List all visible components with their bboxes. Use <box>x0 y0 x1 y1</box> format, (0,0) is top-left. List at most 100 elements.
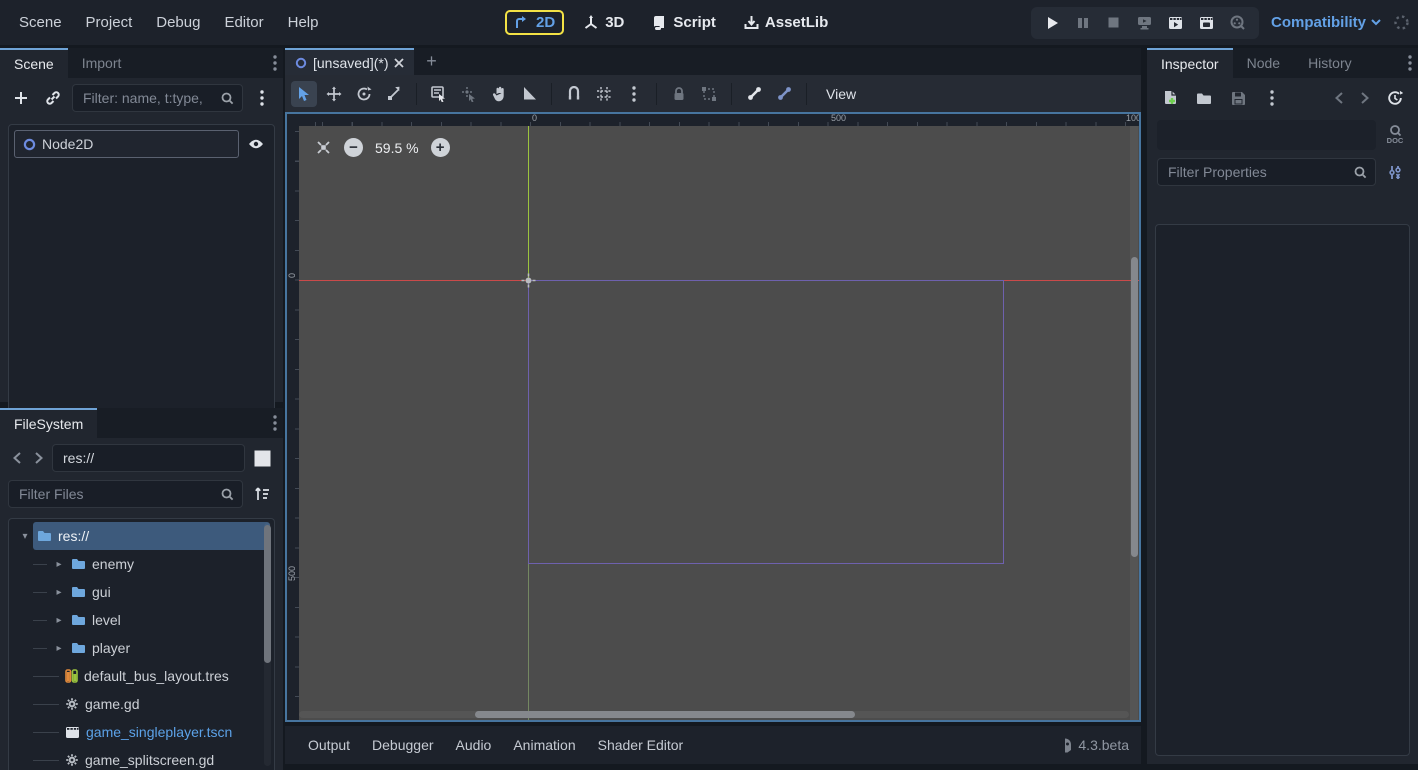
path-field[interactable]: res:// <box>52 444 245 472</box>
play-remote-button[interactable] <box>1134 12 1156 34</box>
snap-options-icon[interactable] <box>621 81 647 107</box>
tree-row-level[interactable]: ▸ level <box>9 606 274 634</box>
resource-options-icon[interactable] <box>1259 85 1285 111</box>
tree-row-res[interactable]: ▾ res:// <box>33 522 270 550</box>
menu-help[interactable]: Help <box>279 10 328 35</box>
filesystem-scrollbar[interactable] <box>264 523 271 766</box>
canvas-vscrollbar[interactable] <box>1130 126 1138 720</box>
add-node-button[interactable] <box>8 85 34 111</box>
dock-options-icon[interactable] <box>273 48 277 78</box>
nav-forward-icon[interactable] <box>30 445 48 471</box>
zoom-percent[interactable]: 59.5 % <box>375 140 419 156</box>
ruler-tool-button[interactable] <box>516 81 542 107</box>
tab-node[interactable]: Node <box>1233 48 1294 78</box>
shader-editor-button[interactable]: Shader Editor <box>589 732 693 758</box>
search-docs-icon[interactable]: DOC <box>1382 122 1408 148</box>
expander-down-icon[interactable]: ▾ <box>19 531 31 542</box>
scene-tab-unsaved[interactable]: [unsaved](*) <box>285 48 414 75</box>
play-custom-scene-button[interactable] <box>1196 12 1218 34</box>
expander-right-icon[interactable]: ▸ <box>53 615 65 626</box>
object-history-icon[interactable] <box>1382 85 1408 111</box>
play-scene-button[interactable] <box>1165 12 1187 34</box>
tree-row-bus-layout[interactable]: default_bus_layout.tres <box>9 662 274 690</box>
view-menu-button[interactable]: View <box>816 82 866 106</box>
tree-row-enemy[interactable]: ▸ enemy <box>9 550 274 578</box>
tree-row-player[interactable]: ▸ player <box>9 634 274 662</box>
new-scene-tab-button[interactable]: + <box>414 48 448 75</box>
pan-tool-button[interactable] <box>486 81 512 107</box>
canvas-2d[interactable]: − 59.5 % + <box>299 126 1139 720</box>
expander-right-icon[interactable]: ▸ <box>53 559 65 570</box>
scene-tree-node[interactable]: Node2D <box>14 130 269 158</box>
lock-button[interactable] <box>666 81 692 107</box>
center-view-icon[interactable] <box>315 139 332 156</box>
expander-right-icon[interactable]: ▸ <box>53 587 65 598</box>
property-tools-icon[interactable] <box>1382 159 1408 185</box>
tab-inspector[interactable]: Inspector <box>1147 48 1233 78</box>
debugger-button[interactable]: Debugger <box>363 732 443 758</box>
move-tool-button[interactable] <box>321 81 347 107</box>
ruler-horizontal[interactable]: 0 500 1000 <box>299 114 1139 126</box>
tab-import[interactable]: Import <box>68 48 136 78</box>
tab-2d[interactable]: 2D <box>505 10 564 35</box>
menu-scene[interactable]: Scene <box>10 10 71 35</box>
tree-row-gui[interactable]: ▸ gui <box>9 578 274 606</box>
menu-project[interactable]: Project <box>77 10 142 35</box>
tab-scene[interactable]: Scene <box>0 48 68 78</box>
load-resource-button[interactable] <box>1191 85 1217 111</box>
filter-files-input[interactable] <box>17 485 221 503</box>
history-back-icon[interactable] <box>1330 85 1348 111</box>
tab-3d[interactable]: 3D <box>574 10 633 35</box>
sort-files-icon[interactable] <box>249 481 275 507</box>
renderer-selector[interactable]: Compatibility <box>1271 14 1381 31</box>
expander-right-icon[interactable]: ▸ <box>53 643 65 654</box>
skeleton-options-button[interactable] <box>771 81 797 107</box>
close-icon[interactable] <box>394 58 404 68</box>
tree-row-game-singleplayer[interactable]: game_singleplayer.tscn <box>9 718 274 746</box>
tab-script[interactable]: Script <box>643 10 725 35</box>
instance-scene-button[interactable] <box>40 85 66 111</box>
toggle-split-mode-button[interactable] <box>249 445 275 471</box>
scrollbar-thumb[interactable] <box>1131 257 1138 557</box>
tree-row-game-splitscreen[interactable]: game_splitscreen.gd <box>9 746 274 770</box>
menu-editor[interactable]: Editor <box>215 10 272 35</box>
movie-maker-button[interactable] <box>1227 12 1249 34</box>
skeleton-button[interactable] <box>741 81 767 107</box>
node-rename-field[interactable]: Node2D <box>14 130 239 158</box>
list-select-button[interactable] <box>426 81 452 107</box>
new-resource-button[interactable] <box>1157 85 1183 111</box>
scrollbar-thumb[interactable] <box>264 525 271 663</box>
output-button[interactable]: Output <box>299 732 359 758</box>
origin-gizmo[interactable] <box>521 273 536 288</box>
grid-snap-button[interactable] <box>591 81 617 107</box>
zoom-out-button[interactable]: − <box>344 138 363 157</box>
nav-back-icon[interactable] <box>8 445 26 471</box>
filesystem-options-icon[interactable] <box>273 408 277 438</box>
audio-button[interactable]: Audio <box>447 732 501 758</box>
play-button[interactable] <box>1041 12 1063 34</box>
rotate-tool-button[interactable] <box>351 81 377 107</box>
scene-filter-input[interactable] <box>81 89 221 107</box>
inspector-options-icon[interactable] <box>1408 48 1412 78</box>
scene-tree-options-icon[interactable] <box>249 85 275 111</box>
pivot-tool-button[interactable] <box>456 81 482 107</box>
group-button[interactable] <box>696 81 722 107</box>
save-resource-button[interactable] <box>1225 85 1251 111</box>
tab-filesystem[interactable]: FileSystem <box>0 408 97 438</box>
menu-debug[interactable]: Debug <box>147 10 209 35</box>
pause-button[interactable] <box>1072 12 1094 34</box>
history-forward-icon[interactable] <box>1356 85 1374 111</box>
visibility-eye-icon[interactable] <box>243 131 269 157</box>
ruler-vertical[interactable]: 0 500 <box>287 126 299 720</box>
scrollbar-thumb[interactable] <box>475 711 855 718</box>
zoom-in-button[interactable]: + <box>431 138 450 157</box>
smart-snap-button[interactable] <box>561 81 587 107</box>
tree-row-game-gd[interactable]: game.gd <box>9 690 274 718</box>
tab-assetlib[interactable]: AssetLib <box>735 10 837 35</box>
version-info[interactable]: 4.3.beta <box>1058 737 1129 753</box>
scale-tool-button[interactable] <box>381 81 407 107</box>
stop-button[interactable] <box>1103 12 1125 34</box>
filter-properties-input[interactable] <box>1166 163 1354 181</box>
tab-history[interactable]: History <box>1294 48 1366 78</box>
select-tool-button[interactable] <box>291 81 317 107</box>
